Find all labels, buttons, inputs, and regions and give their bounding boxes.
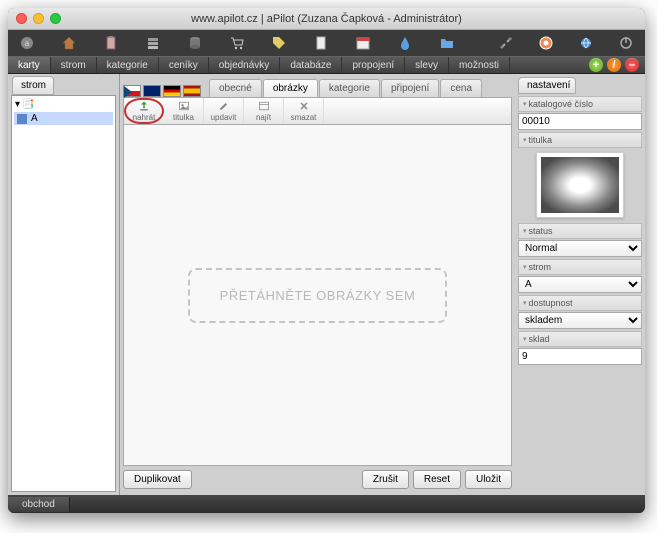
remove-button[interactable]: – [625, 58, 639, 72]
main-toolbar: a [8, 30, 645, 56]
menu-strom[interactable]: strom [51, 57, 97, 73]
right-tab-nastaveni[interactable]: nastavení [518, 77, 576, 94]
edit-button[interactable]: updavit [204, 98, 244, 124]
reset-button[interactable]: Reset [413, 470, 461, 489]
find-button[interactable]: najít [244, 98, 284, 124]
folder-icon[interactable] [436, 34, 458, 52]
tree-view[interactable]: ▾📑 A [11, 95, 116, 492]
cancel-button[interactable]: Zrušit [362, 470, 409, 489]
left-tab-strom[interactable]: strom [12, 76, 54, 95]
flag-gb-icon[interactable] [143, 85, 161, 97]
titlebar: www.apilot.cz | aPilot (Zuzana Čapková -… [8, 8, 645, 30]
add-button[interactable]: + [589, 58, 603, 72]
tree-item-a[interactable]: A [14, 112, 113, 125]
delete-button[interactable]: smazat [284, 98, 324, 124]
menu-karty[interactable]: karty [8, 57, 51, 73]
left-panel: strom ▾📑 A [8, 74, 120, 495]
katalog-label: katalogové číslo [518, 96, 642, 112]
tab-cena[interactable]: cena [440, 79, 482, 97]
menu-databaze[interactable]: databáze [280, 57, 342, 73]
image-toolbar: nahrát titulka updavit najít smazat [123, 97, 512, 125]
status-tab-obchod[interactable]: obchod [8, 497, 70, 512]
duplicate-button[interactable]: Duplikovat [123, 470, 192, 489]
tools-icon[interactable] [495, 34, 517, 52]
title-thumbnail[interactable] [536, 152, 624, 218]
drop-icon[interactable] [394, 34, 416, 52]
menu-slevy[interactable]: slevy [405, 57, 449, 73]
dostupnost-select[interactable]: skladem [518, 312, 642, 329]
dostupnost-label: dostupnost [518, 295, 642, 311]
flag-es-icon[interactable] [183, 85, 201, 97]
status-select[interactable]: Normal [518, 240, 642, 257]
home-icon[interactable] [58, 34, 80, 52]
tab-kategorie[interactable]: kategorie [319, 79, 380, 97]
katalog-input[interactable] [518, 113, 642, 130]
strom-label: strom [518, 259, 642, 275]
window-title: www.apilot.cz | aPilot (Zuzana Čapková -… [16, 13, 637, 25]
svg-text:a: a [25, 39, 30, 48]
dropzone-label: PŘETÁHNĚTE OBRÁZKY SEM [188, 268, 448, 323]
sklad-label: sklad [518, 331, 642, 347]
minimize-window-button[interactable] [33, 13, 44, 24]
titulka-label: titulka [518, 132, 642, 148]
menubar: karty strom kategorie ceníky objednávky … [8, 56, 645, 74]
status-label: status [518, 223, 642, 239]
flag-de-icon[interactable] [163, 85, 181, 97]
tab-obrazky[interactable]: obrázky [263, 79, 318, 97]
globe-icon[interactable] [575, 34, 597, 52]
right-panel: nastavení katalogové číslo titulka statu… [515, 74, 645, 495]
database-icon[interactable] [184, 34, 206, 52]
zoom-window-button[interactable] [50, 13, 61, 24]
sklad-input[interactable] [518, 348, 642, 365]
menu-ceniky[interactable]: ceníky [159, 57, 209, 73]
tag-icon[interactable] [268, 34, 290, 52]
strom-select[interactable]: A [518, 276, 642, 293]
tab-pripojeni[interactable]: připojení [381, 79, 439, 97]
stack-icon[interactable] [142, 34, 164, 52]
app-icon[interactable]: a [16, 34, 38, 52]
upload-button[interactable]: nahrát [124, 98, 164, 124]
menu-objednavky[interactable]: objednávky [209, 57, 281, 73]
tree-root[interactable]: ▾📑 [14, 98, 113, 111]
image-dropzone-area[interactable]: PŘETÁHNĚTE OBRÁZKY SEM [123, 125, 512, 466]
flag-cz-icon[interactable] [123, 85, 141, 97]
save-button[interactable]: Uložit [465, 470, 512, 489]
menu-moznosti[interactable]: možnosti [449, 57, 510, 73]
titulka-button[interactable]: titulka [164, 98, 204, 124]
document-icon[interactable] [310, 34, 332, 52]
help-icon[interactable] [535, 34, 557, 52]
power-icon[interactable] [615, 34, 637, 52]
menu-propojeni[interactable]: propojení [342, 57, 405, 73]
main-panel: obecné obrázky kategorie připojení cena … [120, 74, 515, 495]
clipboard-icon[interactable] [100, 34, 122, 52]
statusbar: obchod [8, 495, 645, 513]
calendar-icon[interactable] [352, 34, 374, 52]
tab-obecne[interactable]: obecné [209, 79, 262, 97]
close-window-button[interactable] [16, 13, 27, 24]
menu-kategorie[interactable]: kategorie [97, 57, 159, 73]
cart-icon[interactable] [226, 34, 248, 52]
warn-button[interactable]: / [607, 58, 621, 72]
